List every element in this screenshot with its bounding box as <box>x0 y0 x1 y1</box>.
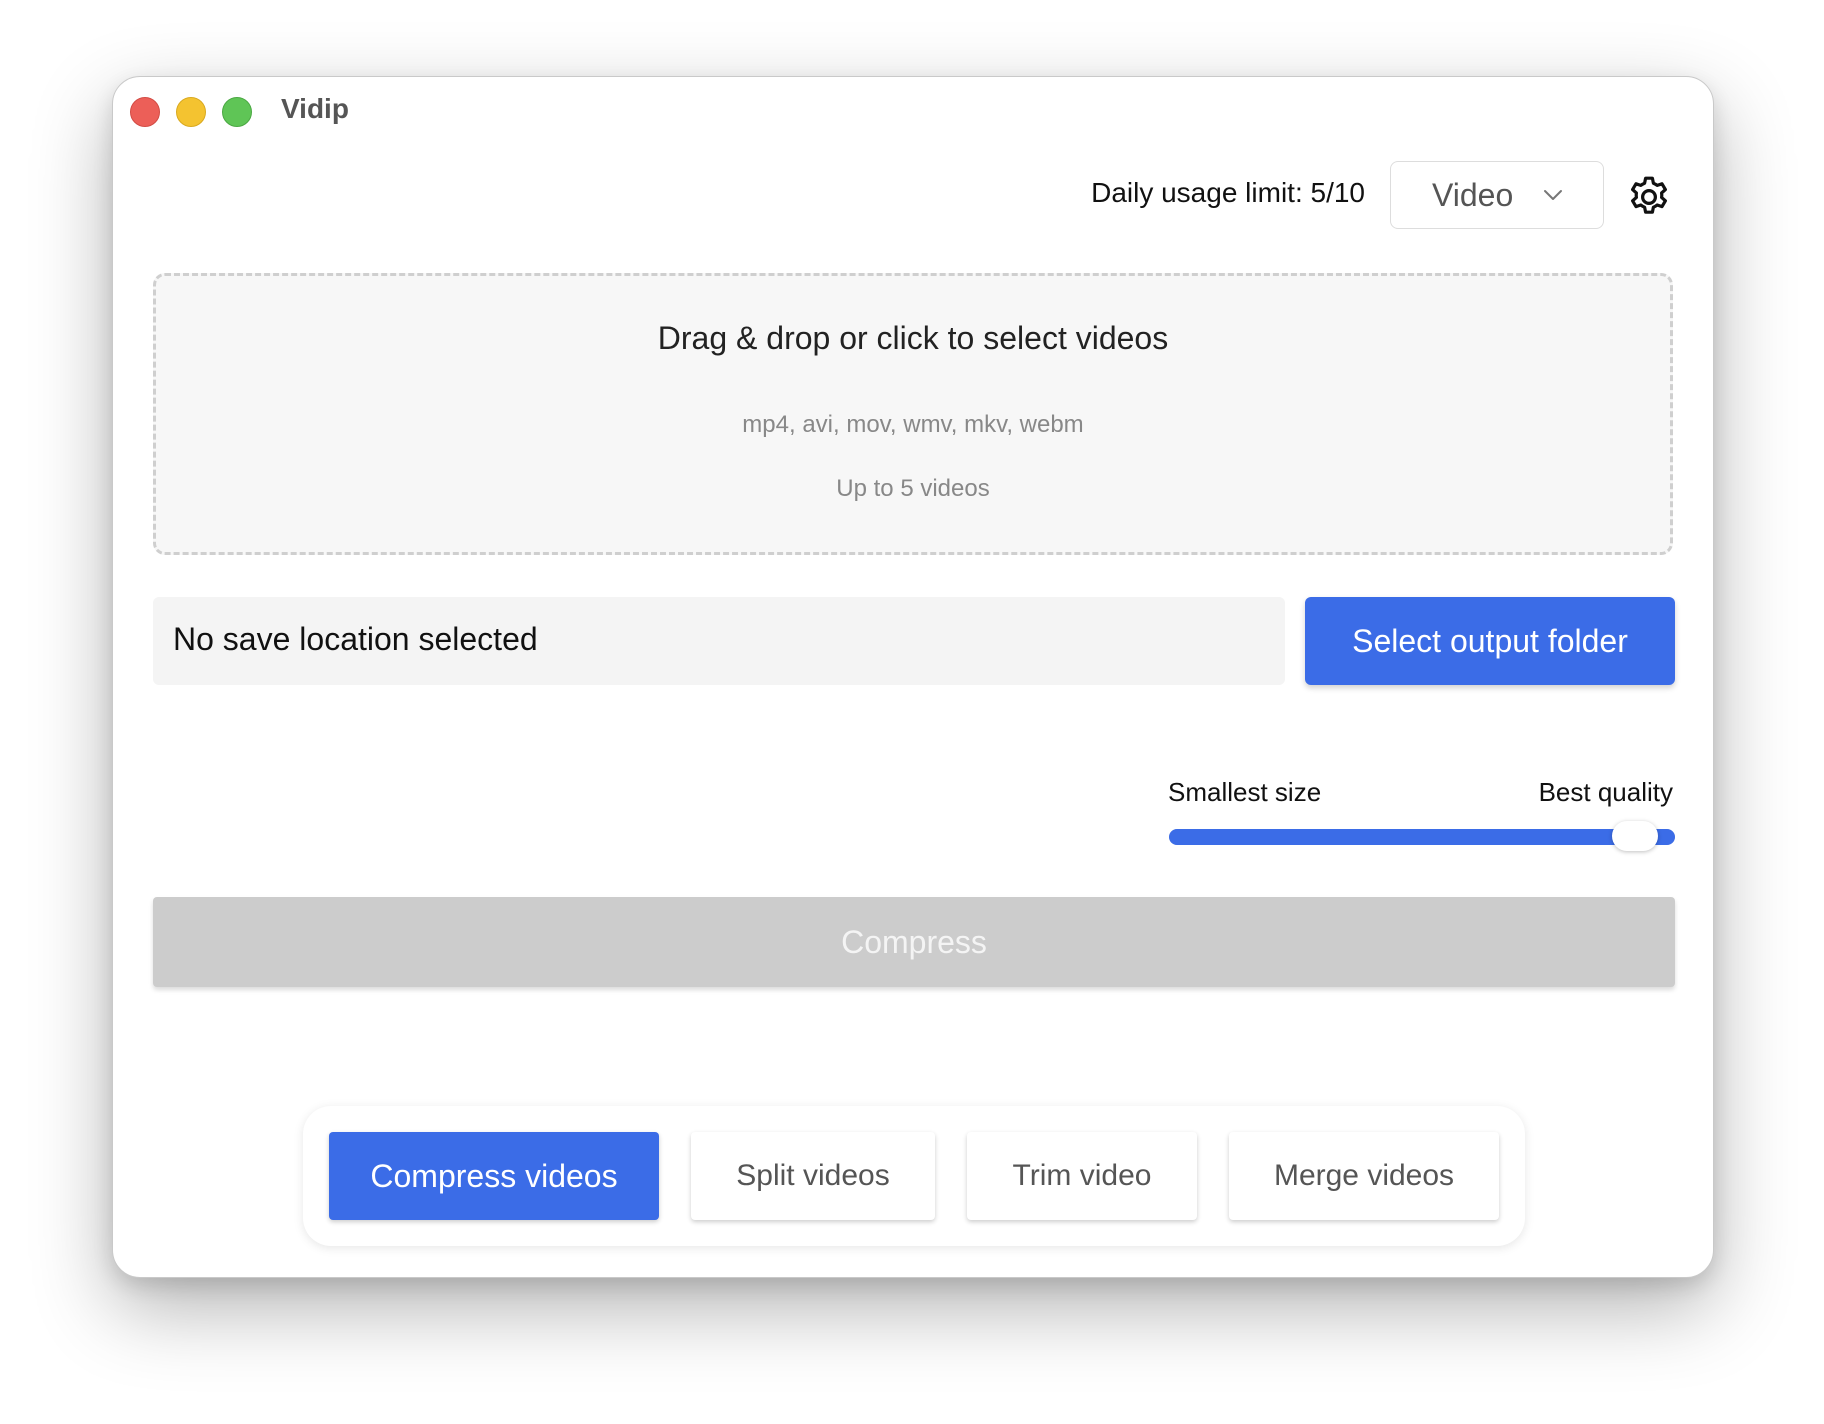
save-location-text: No save location selected <box>173 621 538 657</box>
compress-button: Compress <box>153 897 1675 987</box>
tool-tab-bar: Compress videos Split videos Trim video … <box>303 1106 1525 1246</box>
mode-select-value: Video <box>1432 177 1514 213</box>
close-window-button[interactable] <box>130 97 160 127</box>
select-output-folder-button[interactable]: Select output folder <box>1305 597 1675 685</box>
gear-icon[interactable] <box>1625 173 1673 221</box>
mode-select[interactable]: Video <box>1390 161 1604 229</box>
zoom-window-button[interactable] <box>222 97 252 127</box>
slider-fill <box>1169 829 1675 845</box>
video-dropzone[interactable]: Drag & drop or click to select videos mp… <box>153 273 1673 555</box>
supported-formats: mp4, avi, mov, wmv, mkv, webm <box>742 411 1084 438</box>
save-location-field: No save location selected <box>153 597 1285 685</box>
quality-slider[interactable] <box>1169 819 1675 855</box>
slider-thumb[interactable] <box>1612 821 1658 851</box>
app-window: Vidip Daily usage limit: 5/10 Video Drag… <box>112 76 1714 1278</box>
minimize-window-button[interactable] <box>176 97 206 127</box>
tab-compress-videos[interactable]: Compress videos <box>329 1132 659 1220</box>
tab-split-videos[interactable]: Split videos <box>691 1132 935 1220</box>
smallest-size-label: Smallest size <box>1168 777 1322 807</box>
window-title: Vidip <box>281 93 349 124</box>
best-quality-label: Best quality <box>1538 777 1673 807</box>
tab-merge-videos[interactable]: Merge videos <box>1229 1132 1499 1220</box>
chevron-down-icon <box>1543 188 1563 206</box>
title-bar: Vidip <box>113 77 1713 141</box>
video-count-limit: Up to 5 videos <box>836 475 990 502</box>
dropzone-title: Drag & drop or click to select videos <box>657 320 1169 356</box>
daily-usage-limit: Daily usage limit: 5/10 <box>1091 177 1365 208</box>
tab-trim-video[interactable]: Trim video <box>967 1132 1197 1220</box>
